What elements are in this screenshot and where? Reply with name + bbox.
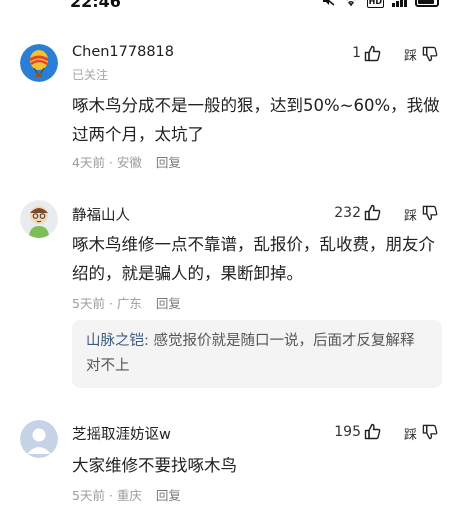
dislike-label: 踩 (404, 49, 418, 64)
battery-icon (415, 0, 439, 7)
reply-button[interactable]: 回复 (156, 488, 181, 503)
signal-icon (392, 0, 407, 7)
comment-text: 大家维修不要找啄木鸟 (72, 456, 237, 475)
avatar[interactable] (20, 44, 58, 82)
comment-text: 啄木鸟维修一点不靠谱，乱报价，乱收费，朋友介绍的，就是骗人的，果断卸掉。 (72, 235, 435, 283)
avatar[interactable] (20, 420, 58, 458)
comment-meta: 5天前 · 广东 回复 (72, 296, 181, 311)
comment-author[interactable]: Chen1778818 (72, 44, 174, 60)
default-avatar-icon (20, 420, 58, 458)
comment-meta: 4天前 · 安徽 回复 (72, 155, 181, 170)
wifi-icon (343, 0, 359, 9)
balloon-avatar-icon (20, 44, 58, 82)
like-count: 195 (334, 424, 361, 440)
thumbs-down-icon[interactable] (422, 205, 438, 221)
comment-time: 5天前 (72, 488, 105, 503)
comment-author[interactable]: 芝摇取涯妨讴w (72, 423, 171, 444)
thumbs-up-icon[interactable] (364, 45, 381, 62)
sub-reply-author[interactable]: 山脉之铠 (86, 333, 144, 349)
thumbs-up-icon[interactable] (364, 204, 381, 221)
comment-time: 5天前 (72, 296, 105, 311)
status-bar: 22:46 HD (0, 0, 461, 12)
like-count: 1 (352, 45, 361, 61)
status-time: 22:46 (70, 0, 121, 11)
status-icons: HD (321, 0, 439, 9)
like-count: 232 (334, 205, 361, 221)
reply-button[interactable]: 回复 (156, 296, 181, 311)
thumbs-down-icon[interactable] (422, 424, 438, 440)
thumbs-down-icon[interactable] (422, 46, 438, 62)
follow-status: 已关注 (72, 68, 109, 82)
sub-reply-colon: : (144, 333, 154, 349)
avatar[interactable] (20, 200, 58, 238)
thumbs-up-icon[interactable] (364, 423, 381, 440)
comment-location: 广东 (116, 296, 142, 311)
mute-icon (321, 0, 335, 9)
hd-icon: HD (366, 0, 384, 8)
sub-reply[interactable]: 山脉之铠: 感觉报价就是随口一说，后面才反复解释对不上 (72, 320, 442, 388)
cartoon-avatar-icon (20, 200, 58, 238)
comment-time: 4天前 (72, 155, 105, 170)
dislike-label: 踩 (404, 428, 418, 443)
comment-author[interactable]: 静福山人 (72, 204, 130, 225)
comment-text: 啄木鸟分成不是一般的狠，达到50%~60%，我做过两个月，太坑了 (72, 96, 440, 144)
dislike-label: 踩 (404, 209, 418, 224)
comment-location: 重庆 (116, 488, 142, 503)
comment-location: 安徽 (116, 155, 142, 170)
reply-button[interactable]: 回复 (156, 155, 181, 170)
comment-meta: 5天前 · 重庆 回复 (72, 488, 181, 503)
